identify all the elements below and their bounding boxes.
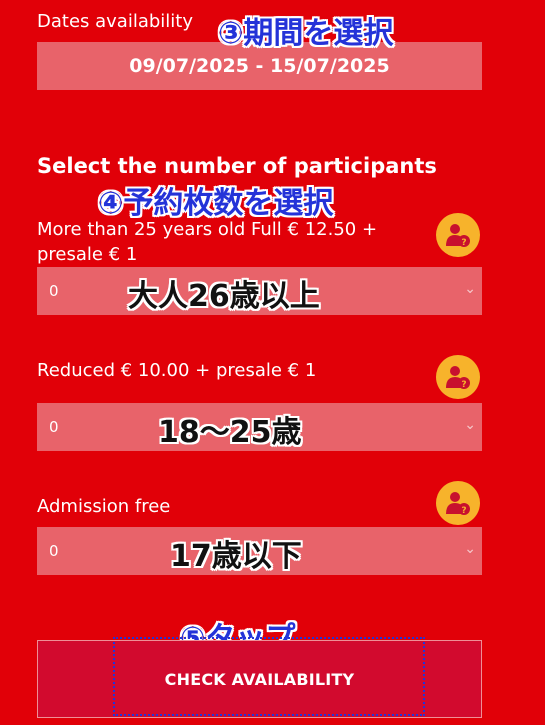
svg-text:?: ? [461, 238, 466, 248]
annotation-adult: 大人26歳以上 [128, 279, 320, 314]
tap-highlight-box [113, 637, 425, 716]
ticket-reduced-value: 0 [49, 418, 59, 436]
annotation-step3: ③期間を選択 [218, 16, 394, 51]
ticket-reduced-label: Reduced € 10.00 + presale € 1 [37, 360, 317, 381]
person-question-icon[interactable]: ? [436, 355, 480, 399]
participants-heading: Select the number of participants [37, 154, 437, 178]
person-question-icon[interactable]: ? [436, 481, 480, 525]
annotation-free: 17歳以下 [170, 539, 302, 574]
dates-label: Dates availability [37, 11, 194, 32]
ticket-full-label: More than 25 years old Full € 12.50 + pr… [37, 219, 378, 265]
ticket-full-value: 0 [49, 282, 59, 300]
annotation-step4: ④予約枚数を選択 [98, 186, 334, 221]
chevron-down-icon: ⌄ [464, 417, 476, 433]
chevron-down-icon: ⌄ [464, 541, 476, 557]
date-range-value: 09/07/2025 - 15/07/2025 [129, 55, 390, 77]
ticket-free-label: Admission free [37, 496, 171, 517]
chevron-down-icon: ⌄ [464, 281, 476, 297]
svg-text:?: ? [461, 380, 466, 390]
annotation-reduced: 18～25歳 [158, 415, 302, 450]
person-question-icon[interactable]: ? [436, 213, 480, 257]
ticket-free-value: 0 [49, 542, 59, 560]
svg-text:?: ? [461, 506, 466, 516]
